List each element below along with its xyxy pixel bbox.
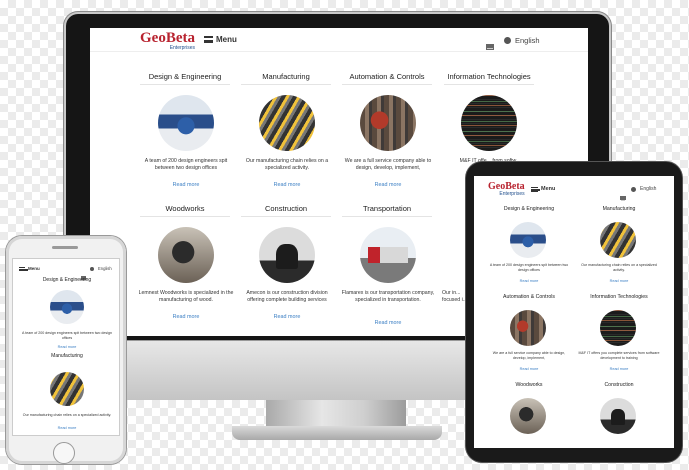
code-screen-image[interactable] [461,95,517,151]
code-screen-image[interactable] [600,310,636,346]
divider [342,216,432,217]
divider [140,216,230,217]
phone-speaker [52,246,78,249]
menu-button[interactable]: Menu [19,266,40,271]
service-title: Design & Engineering [503,206,555,212]
cad-workstation-image[interactable] [510,222,546,258]
phone-screen: Menu English Design & Engineering A team… [12,258,120,436]
service-title: Transportation [362,204,412,213]
cad-workstation-image[interactable] [50,290,84,324]
language-label: English [640,186,657,192]
menu-label: Menu [541,186,556,192]
hamburger-icon [531,186,540,192]
service-title: Manufacturing [262,72,310,81]
menu-button[interactable]: Menu [204,35,237,44]
tablet-screen: GeoBeta Enterprises Menu English Design … [474,176,674,448]
service-title: Construction [604,382,634,388]
read-more-link[interactable]: Read more [19,426,115,430]
read-more-link[interactable]: Read more [340,320,436,326]
mail-icon[interactable] [486,44,494,50]
service-description: Lemnest Woodworks is specialized in the … [138,290,234,303]
monitor-stand-neck [266,400,406,428]
service-title: Manufacturing [51,353,83,359]
service-description: Amecon is our construction division offe… [246,290,328,303]
read-more-link[interactable]: Read more [486,279,572,283]
cad-workstation-image[interactable] [158,95,214,151]
globe-icon [504,37,511,44]
service-description: Our manufacturing chain relies on a spec… [22,413,112,417]
logo-subtitle: Enterprises [169,45,195,51]
assembly-line-image[interactable] [600,222,636,258]
service-title: Automation & Controls [503,294,555,300]
site-logo[interactable]: GeoBeta Enterprises [140,31,195,51]
service-description: A team of 200 design engineers spit betw… [22,331,112,340]
service-title: Construction [264,204,308,213]
language-selector[interactable]: English [504,36,540,45]
service-description: We are a full service company able to de… [492,351,566,360]
woodworker-image[interactable] [158,227,214,283]
site-header: GeoBeta Enterprises Menu English [90,28,588,52]
logo-subtitle: Enterprises [499,191,525,197]
mail-icon[interactable] [620,196,626,201]
divider [444,84,534,85]
globe-icon [631,186,636,192]
read-more-link[interactable]: Read more [340,182,436,188]
language-selector[interactable]: English [631,186,656,192]
workers-silhouette-image[interactable] [600,398,636,434]
service-description: A team of 200 design engineers spit betw… [144,158,228,171]
menu-label: Menu [216,35,237,44]
divider [241,84,331,85]
read-more-link[interactable]: Read more [576,279,662,283]
hamburger-icon [204,36,213,43]
control-cabinet-image[interactable] [360,95,416,151]
service-title: Manufacturing [602,206,636,212]
menu-button[interactable]: Menu [531,186,555,192]
service-title: Woodworks [165,204,205,213]
monitor-stand-foot [232,426,442,440]
assembly-line-image[interactable] [50,372,84,406]
divider [241,216,331,217]
site-logo[interactable]: GeoBeta Enterprises [488,182,525,197]
service-description: A team of 200 design engineers spit betw… [489,263,569,272]
divider [342,84,432,85]
phone-home-button[interactable] [53,442,75,464]
menu-label: Menu [28,266,40,271]
service-description: We are a full service company able to de… [344,158,432,171]
read-more-link[interactable]: Read more [19,345,115,349]
read-more-link[interactable]: Read more [239,182,335,188]
read-more-link[interactable]: Read more [576,367,662,371]
service-description: Our manufacturing chain relies on a spec… [581,263,657,272]
language-label: English [98,266,112,271]
woodworker-image[interactable] [510,398,546,434]
language-label: English [515,36,540,45]
read-more-link[interactable]: Read more [239,314,335,320]
assembly-line-image[interactable] [259,95,315,151]
service-title: Information Technologies [590,294,648,300]
service-title: Design & Engineering [42,277,92,283]
read-more-link[interactable]: Read more [486,367,572,371]
service-description: Our manufacturing chain relies on a spec… [245,158,329,171]
hamburger-icon [19,266,28,271]
read-more-link[interactable]: Read more [138,314,234,320]
service-description: M&F IT offers you complete services from… [578,351,660,360]
service-title: Design & Engineering [148,72,222,81]
workers-silhouette-image[interactable] [259,227,315,283]
service-description: Flamarex is our transportation company, … [341,290,435,303]
service-title: Automation & Controls [349,72,425,81]
service-title: Information Technologies [447,72,531,81]
service-title: Woodworks [515,382,543,388]
divider [140,84,230,85]
logo-text: GeoBeta [140,30,195,46]
globe-icon [90,266,94,271]
truck-image[interactable] [360,227,416,283]
control-cabinet-image[interactable] [510,310,546,346]
language-selector[interactable]: English [90,266,112,271]
read-more-link[interactable]: Read more [138,182,234,188]
